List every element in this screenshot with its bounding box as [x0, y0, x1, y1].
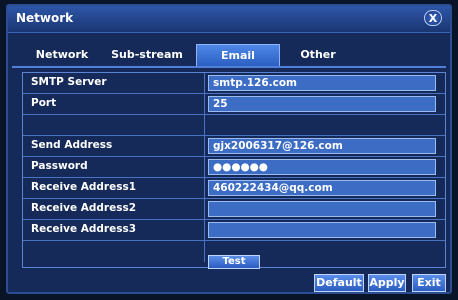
send-address-label: Send Address: [31, 139, 113, 151]
row-receive-address2: Receive Address2: [23, 199, 445, 220]
smtp-server-input[interactable]: smtp.126.com: [208, 75, 436, 91]
receive-address3-label: Receive Address3: [31, 223, 137, 235]
close-icon: X: [428, 12, 438, 25]
row-smtp-server: SMTP Server smtp.126.com: [23, 73, 445, 94]
row-divider: [204, 199, 205, 219]
row-divider: [204, 73, 205, 93]
row-divider: [204, 157, 205, 177]
tab-underline: [12, 66, 446, 68]
apply-button[interactable]: Apply: [368, 274, 406, 292]
email-settings-panel: SMTP Server smtp.126.com Port 25 Send Ad…: [22, 72, 446, 269]
smtp-server-label: SMTP Server: [31, 76, 107, 88]
receive-address2-label: Receive Address2: [31, 202, 137, 214]
row-divider: [204, 220, 205, 240]
row-divider: [204, 241, 205, 262]
row-empty: [23, 115, 445, 136]
row-send-address: Send Address gjx2006317@126.com: [23, 136, 445, 157]
password-input[interactable]: ●●●●●●: [208, 159, 436, 175]
default-button[interactable]: Default: [314, 274, 364, 292]
port-input[interactable]: 25: [208, 96, 436, 112]
send-address-input[interactable]: gjx2006317@126.com: [208, 138, 436, 154]
row-divider: [204, 94, 205, 114]
window-title: Network: [16, 11, 74, 25]
title-bar: Network X: [8, 6, 450, 33]
row-receive-address3: Receive Address3: [23, 220, 445, 241]
tab-network[interactable]: Network: [30, 44, 94, 66]
receive-address2-input[interactable]: [208, 201, 436, 217]
receive-address3-input[interactable]: [208, 222, 436, 238]
receive-address1-input[interactable]: 460222434@qq.com: [208, 180, 436, 196]
network-dialog: Network X Network Sub-stream Email Other…: [6, 4, 452, 294]
port-label: Port: [31, 97, 57, 109]
test-button[interactable]: Test: [208, 255, 260, 269]
tab-other[interactable]: Other: [292, 44, 344, 66]
row-receive-address1: Receive Address1 460222434@qq.com: [23, 178, 445, 199]
row-divider: [204, 178, 205, 198]
password-label: Password: [31, 160, 88, 172]
receive-address1-label: Receive Address1: [31, 181, 137, 193]
row-divider: [204, 136, 205, 156]
tab-email[interactable]: Email: [196, 44, 280, 66]
tab-bar: Network Sub-stream Email Other: [12, 44, 446, 66]
tab-sub-stream[interactable]: Sub-stream: [102, 44, 192, 66]
row-divider: [204, 115, 205, 135]
row-port: Port 25: [23, 94, 445, 115]
close-button[interactable]: X: [424, 10, 442, 26]
exit-button[interactable]: Exit: [412, 274, 446, 292]
row-password: Password ●●●●●●: [23, 157, 445, 178]
